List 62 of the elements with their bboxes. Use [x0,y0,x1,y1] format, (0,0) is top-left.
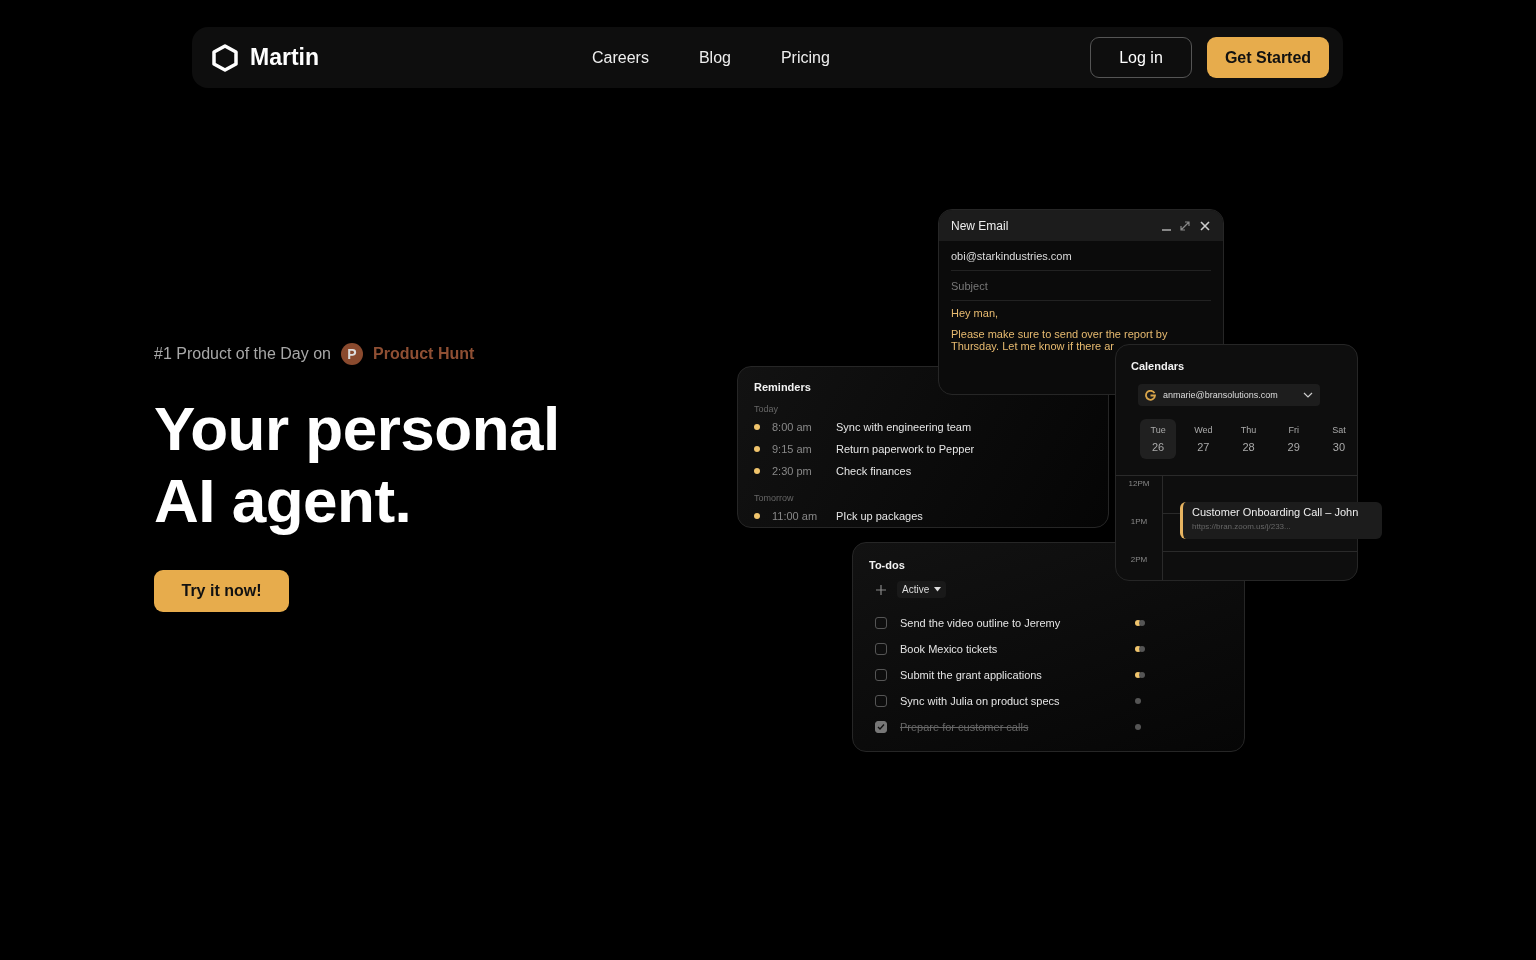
expand-icon [1179,219,1191,232]
reminder-time: 9:15 am [772,443,813,455]
product-hunt-logo: P [341,343,363,365]
checkbox[interactable] [875,695,887,707]
minimize-icon [1162,228,1171,231]
brand-name[interactable]: Martin [250,44,319,71]
award-text: #1 Product of the Day on [154,345,331,363]
subject-field[interactable]: Subject [951,279,1211,292]
hour-label: 2PM [1130,554,1148,566]
email-body-line: Thursday. Let me know if there ar [951,340,1116,352]
reminder-text: Return paperwork to Pepper [836,443,975,455]
try-it-button[interactable]: Try it now! [154,570,289,612]
reminder-text: Check finances [836,465,912,477]
nav-link[interactable]: Blog [698,48,731,67]
window-title: New Email [951,218,1009,233]
g-icon [1145,389,1156,401]
hour-label: 1PM [1130,516,1148,528]
account-dropdown[interactable]: anmarie@bransolutions.com [1138,384,1320,406]
nav-link[interactable]: Pricing [780,48,830,67]
window-title: Calendars [1131,360,1186,372]
filter-dropdown[interactable]: Active [897,581,947,598]
reminder-dot-icon [754,424,760,430]
chevron-down-icon [1303,392,1313,398]
reminder-time: 2:30 pm [772,465,813,477]
checkbox[interactable] [875,669,887,681]
hour-label: 12PM [1128,478,1150,490]
email-body-line: Please make sure to send over the report by [951,328,1169,340]
todo-text: Prepare for customer calls [900,721,1030,733]
reminder-dot-icon [754,513,760,519]
login-button[interactable]: Log in [1090,37,1192,78]
reminder-dot-icon [754,446,760,452]
get-started-button[interactable]: Get Started [1207,37,1329,78]
caret-icon [934,587,942,592]
day-tab[interactable]: Fri 29 [1275,419,1312,459]
window-title: To-dos [869,559,905,571]
reminder-text: PIck up packages [836,510,923,522]
close-icon [1199,219,1211,232]
recipient-field[interactable]: obi@starkindustries.com [951,249,1211,262]
checkbox[interactable] [875,617,887,629]
email-greeting: Hey man, [951,307,1000,319]
todo-text: Send the video outline to Jeremy [900,617,1062,629]
hero-title: Your personal AI agent. [154,393,561,537]
todo-text: Book Mexico tickets [900,643,999,655]
plus-icon [875,583,887,596]
nav-link[interactable]: Careers [592,48,649,67]
reminder-time: 8:00 am [772,421,813,433]
reminder-time: 11:00 am [772,510,819,522]
event-card[interactable]: Customer Onboarding Call – John https://bran.zoom.us/j/233... [1180,502,1382,539]
day-tab[interactable]: Wed 27 [1185,419,1222,459]
hexagon-logo-icon [212,43,238,72]
checkbox[interactable] [875,643,887,655]
todo-text: Sync with Julia on product specs [900,695,1061,707]
window-title: Reminders [754,381,811,393]
day-label: Tomorrow [754,493,795,503]
day-tab[interactable]: Thu 28 [1230,419,1267,459]
reminder-text: Sync with engineering team [836,421,972,433]
day-tab[interactable]: Tue 26 [1140,419,1177,459]
day-label: Today [754,404,780,414]
checkbox[interactable] [875,721,887,733]
reminder-dot-icon [754,468,760,474]
day-tab[interactable]: Sat 30 [1320,419,1357,459]
todo-text: Submit the grant applications [900,669,1043,681]
